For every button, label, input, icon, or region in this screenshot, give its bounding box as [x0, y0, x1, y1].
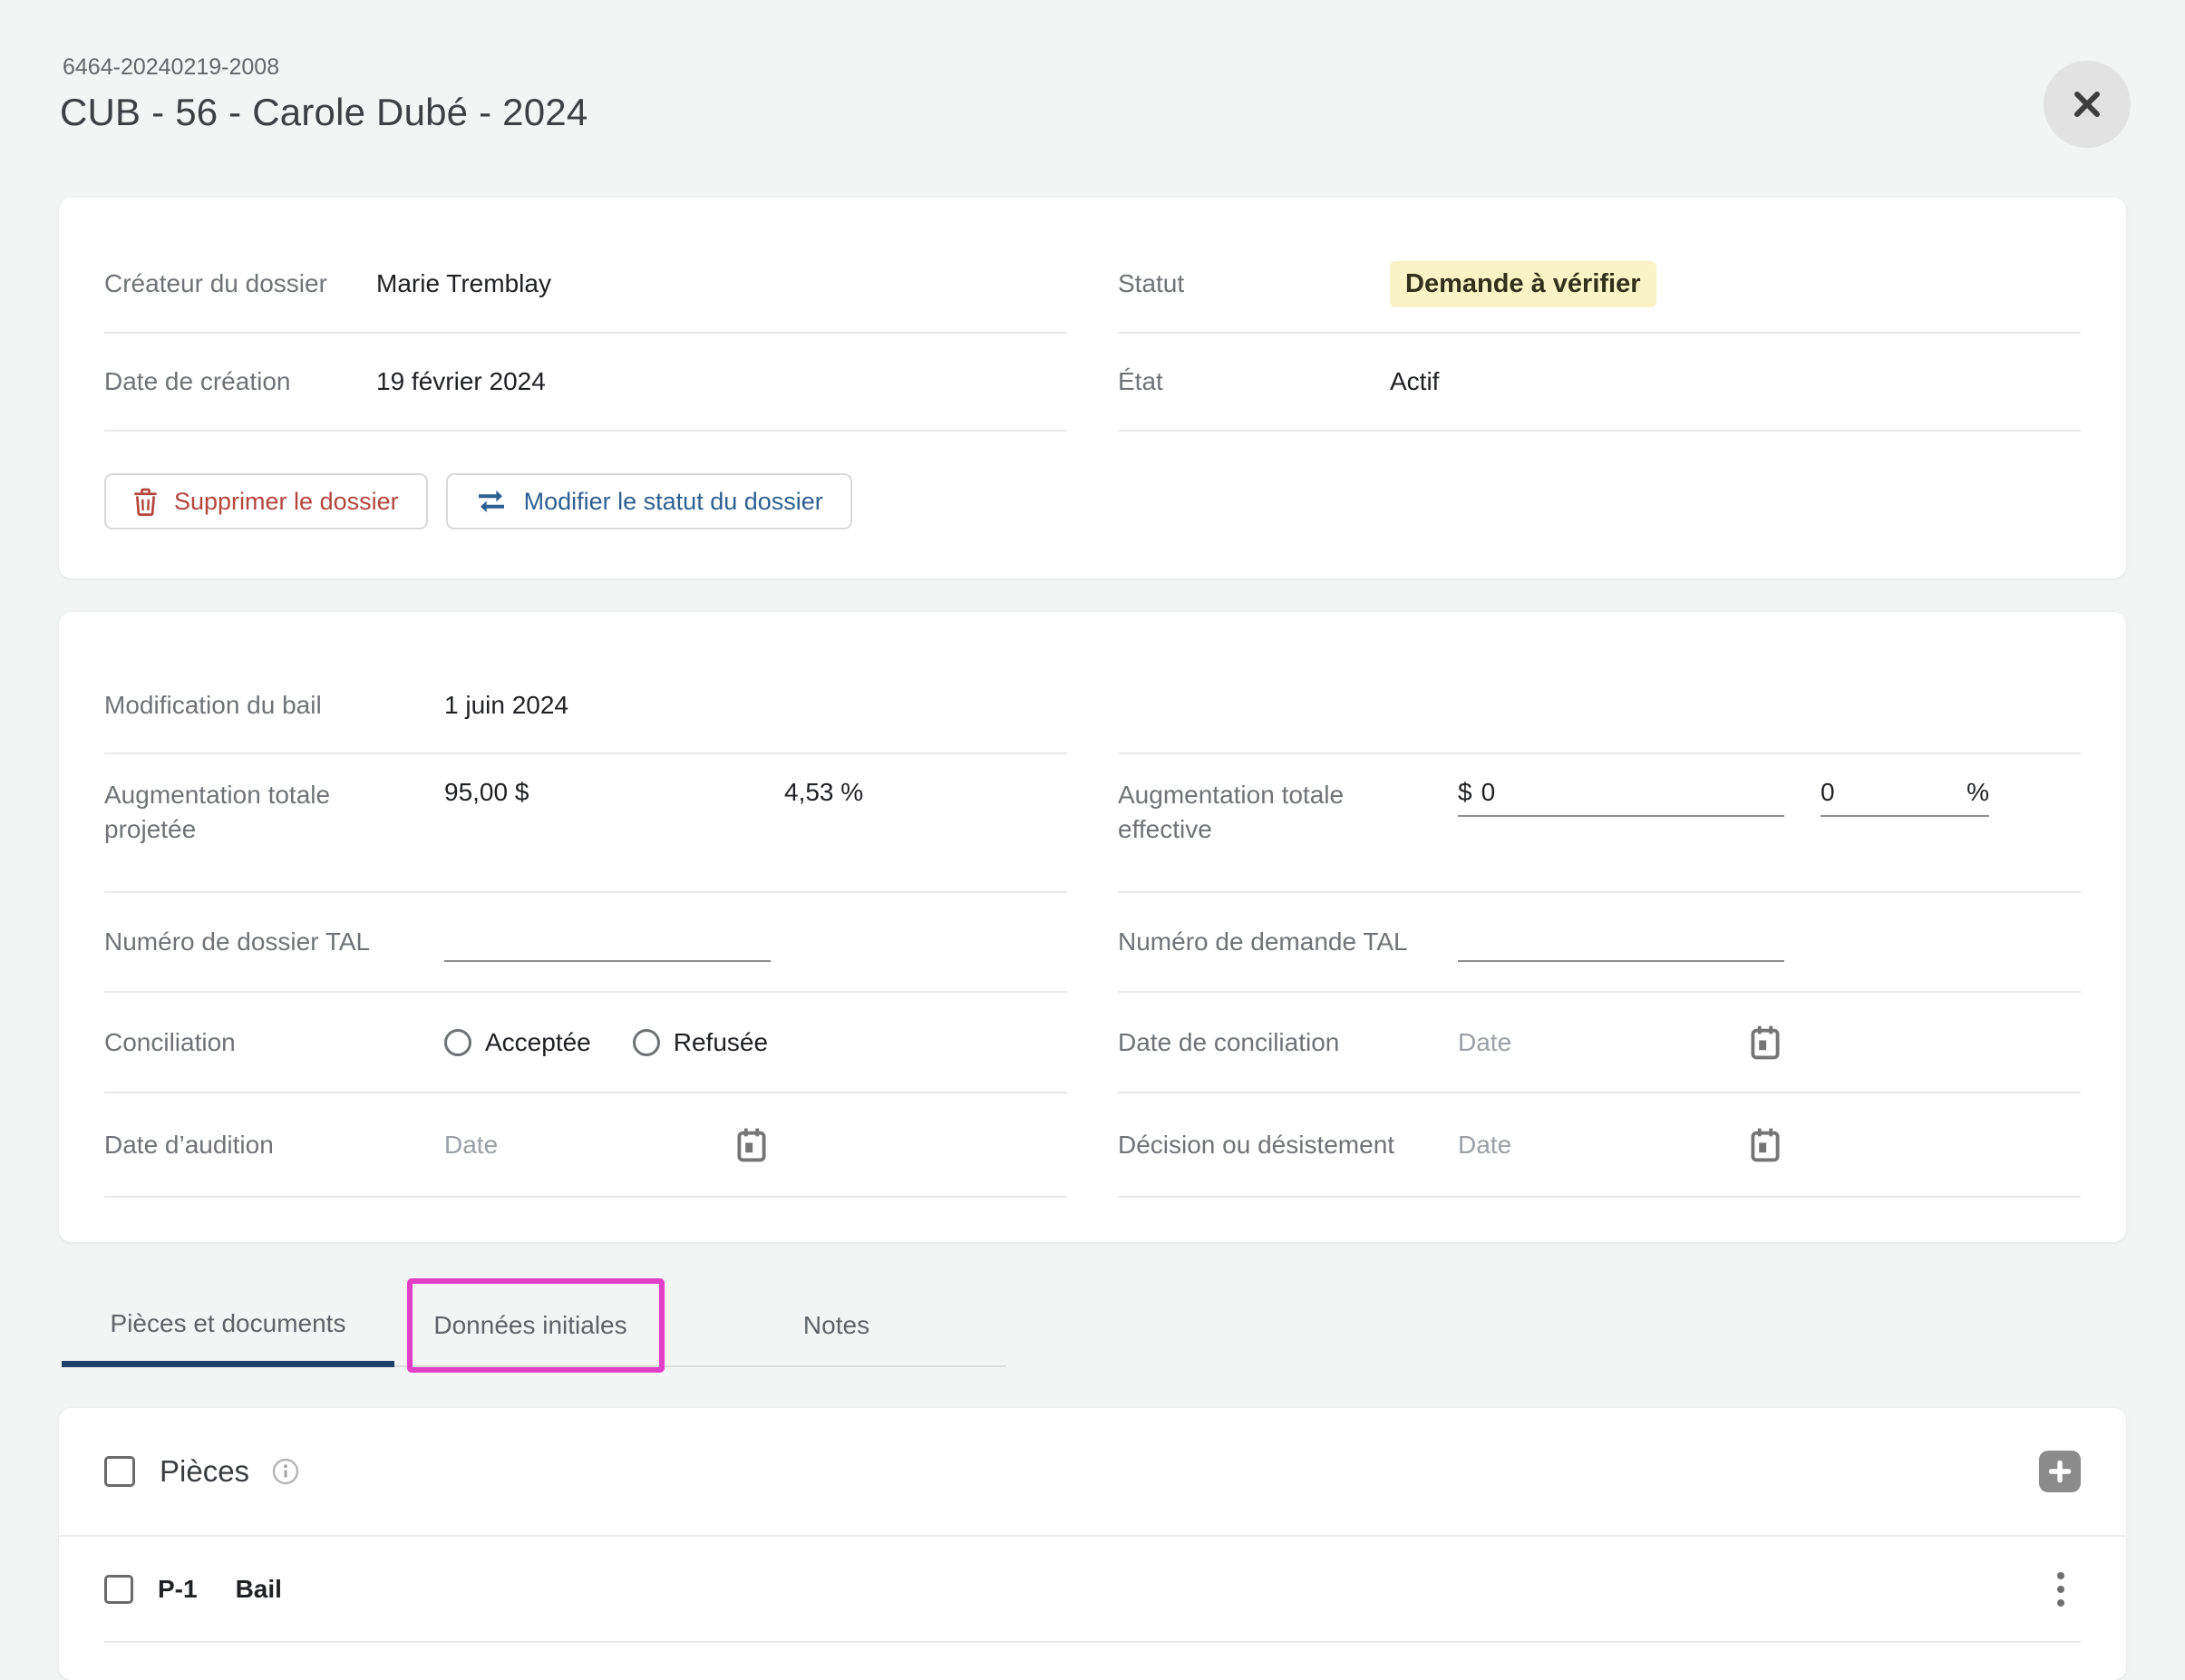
add-piece-button[interactable] [2039, 1451, 2081, 1492]
conciliation-date-field[interactable] [1458, 1025, 1781, 1061]
decision-calendar-button[interactable] [1750, 1127, 1781, 1163]
effective-increase-row: Augmentation totale effective $ % [1118, 754, 2081, 893]
hearing-calendar-button[interactable] [736, 1127, 767, 1163]
conciliation-refused-option[interactable]: Refusée [633, 1028, 768, 1057]
lease-modification-value: 1 juin 2024 [444, 691, 568, 720]
projected-increase-amount: 95,00 $ [444, 778, 784, 807]
empty-cell [1118, 657, 2081, 754]
close-icon [2069, 86, 2105, 122]
transfer-arrows-icon [475, 489, 508, 514]
conciliation-date-input[interactable] [1458, 1028, 1675, 1057]
creation-date-value: 19 février 2024 [376, 367, 546, 396]
lease-modification-label: Modification du bail [104, 688, 444, 723]
modify-status-label: Modifier le statut du dossier [524, 488, 823, 516]
tab-donnees-initiales[interactable]: Données initiales [394, 1286, 666, 1367]
radio-refusee[interactable] [633, 1029, 660, 1056]
page-title: CUB - 56 - Carole Dubé - 2024 [60, 91, 588, 134]
tal-request-number-label: Numéro de demande TAL [1118, 925, 1458, 959]
tab-pieces-et-documents[interactable]: Pièces et documents [62, 1286, 394, 1367]
creator-label: Créateur du dossier [104, 267, 376, 301]
effective-amount-field[interactable]: $ [1458, 778, 1784, 817]
piece-code: P-1 [158, 1575, 198, 1604]
state-row: État Actif [1118, 334, 2081, 432]
tal-file-number-label: Numéro de dossier TAL [104, 925, 444, 959]
pieces-title: Pièces [160, 1454, 249, 1489]
info-button[interactable] [272, 1458, 299, 1485]
status-badge: Demande à vérifier [1390, 261, 1656, 307]
piece-menu-button[interactable] [2041, 1569, 2081, 1609]
creation-date-label: Date de création [104, 364, 376, 399]
plus-icon [2048, 1460, 2072, 1483]
projected-increase-percent: 4,53 % [784, 778, 863, 807]
piece-row: P-1 Bail [104, 1537, 2081, 1643]
tab-bar: Pièces et documents Données initiales No… [62, 1286, 1006, 1367]
creator-row: Créateur du dossier Marie Tremblay [104, 236, 1067, 334]
decision-date-row: Décision ou désistement [1118, 1093, 2081, 1198]
conciliation-label: Conciliation [104, 1025, 444, 1060]
decision-date-input[interactable] [1458, 1131, 1675, 1160]
kebab-icon [2057, 1572, 2064, 1607]
pieces-card: Pièces P-1 Bail [59, 1408, 2126, 1680]
projected-increase-row: Augmentation totale projetée 95,00 $ 4,5… [104, 754, 1067, 893]
projected-increase-label: Augmentation totale projetée [104, 778, 444, 847]
effective-percent-input[interactable] [1821, 778, 1957, 807]
decision-date-label: Décision ou désistement [1118, 1128, 1458, 1162]
modify-status-button[interactable]: Modifier le statut du dossier [446, 473, 852, 529]
dollar-prefix: $ [1458, 778, 1472, 807]
hearing-date-input[interactable] [444, 1131, 662, 1160]
state-label: État [1118, 364, 1390, 399]
delete-dossier-button[interactable]: Supprimer le dossier [104, 473, 428, 529]
trash-icon [133, 488, 158, 516]
case-code: 6464-20240219-2008 [63, 54, 279, 81]
hearing-date-row: Date d’audition [104, 1093, 1067, 1198]
tal-request-number-input[interactable] [1458, 923, 1784, 962]
pieces-header: Pièces [59, 1408, 2126, 1537]
tal-file-number-input[interactable] [444, 923, 771, 962]
info-icon [272, 1458, 299, 1485]
state-value: Actif [1390, 367, 1439, 396]
piece-checkbox[interactable] [104, 1575, 133, 1604]
dossier-info-card: Créateur du dossier Marie Tremblay Statu… [59, 198, 2126, 578]
radio-acceptee-label[interactable]: Acceptée [485, 1028, 591, 1057]
tal-file-number-row: Numéro de dossier TAL [104, 893, 1067, 993]
hearing-date-label: Date d’audition [104, 1128, 444, 1162]
radio-refusee-label[interactable]: Refusée [674, 1028, 768, 1057]
creation-date-row: Date de création 19 février 2024 [104, 334, 1067, 432]
piece-name: Bail [236, 1575, 282, 1604]
calendar-icon [1750, 1127, 1781, 1163]
status-label: Statut [1118, 267, 1390, 301]
lease-form-card: Modification du bail 1 juin 2024 Augment… [59, 612, 2126, 1242]
effective-increase-label: Augmentation totale effective [1118, 778, 1458, 847]
calendar-icon [1750, 1025, 1781, 1061]
decision-date-field[interactable] [1458, 1127, 1781, 1163]
effective-amount-input[interactable] [1481, 778, 1784, 807]
creator-value: Marie Tremblay [376, 269, 551, 298]
tab-notes[interactable]: Notes [666, 1286, 1006, 1367]
radio-acceptee[interactable] [444, 1029, 471, 1056]
pieces-select-all-checkbox[interactable] [104, 1456, 135, 1487]
status-row: Statut Demande à vérifier [1118, 236, 2081, 334]
percent-suffix: % [1966, 778, 1989, 807]
conciliation-accepted-option[interactable]: Acceptée [444, 1028, 591, 1057]
conciliation-row: Conciliation Acceptée Refusée [104, 993, 1067, 1093]
close-button[interactable] [2044, 61, 2131, 148]
conciliation-calendar-button[interactable] [1750, 1025, 1781, 1061]
tal-request-number-row: Numéro de demande TAL [1118, 893, 2081, 993]
hearing-date-field[interactable] [444, 1127, 767, 1163]
calendar-icon [736, 1127, 767, 1163]
delete-dossier-label: Supprimer le dossier [174, 488, 399, 516]
conciliation-date-row: Date de conciliation [1118, 993, 2081, 1093]
lease-modification-row: Modification du bail 1 juin 2024 [104, 657, 1067, 754]
conciliation-date-label: Date de conciliation [1118, 1025, 1458, 1060]
effective-percent-field[interactable]: % [1821, 778, 1989, 817]
